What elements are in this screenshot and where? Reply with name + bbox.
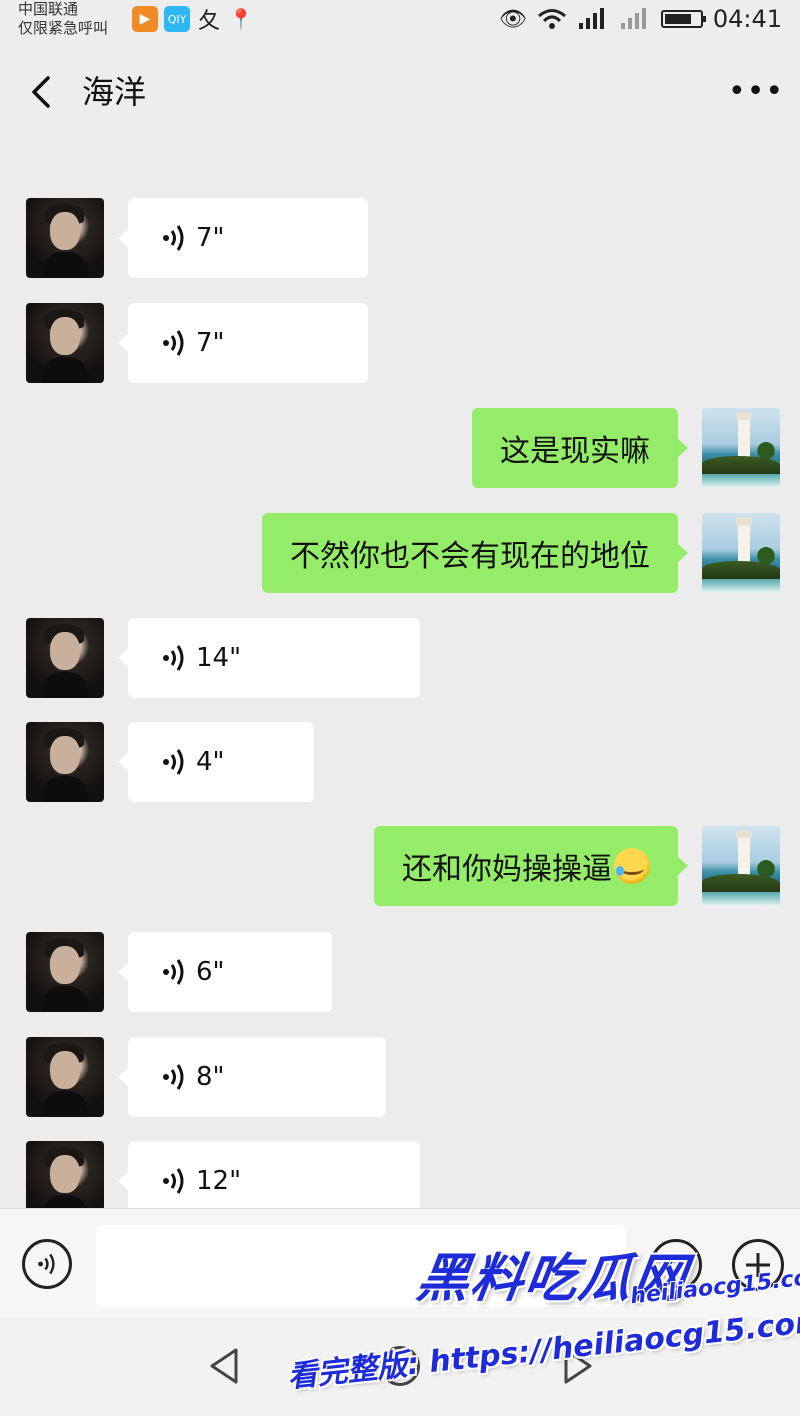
message-text: 不然你也不会有现在的地位	[290, 539, 650, 574]
voice-message-bubble[interactable]: 7"	[118, 303, 368, 383]
battery-icon	[660, 10, 706, 28]
voice-duration: 4"	[196, 747, 225, 777]
text-message-bubble[interactable]: 还和你妈操操逼	[374, 826, 688, 906]
voice-wave-icon	[163, 1168, 184, 1194]
voice-input-toggle[interactable]	[22, 1239, 72, 1289]
carrier-name: 中国联通	[18, 0, 79, 18]
carrier-status: 仅限紧急呼叫	[18, 19, 109, 37]
contact-avatar[interactable]	[26, 722, 104, 802]
message-row: 7"	[0, 198, 800, 282]
message-row: 12"	[0, 1141, 800, 1208]
notification-icons: ▶ QIY 夂 📍	[132, 6, 254, 34]
status-bar: 中国联通 仅限紧急呼叫 ▶ QIY 夂 📍 👁 04:41	[0, 0, 800, 44]
voice-wave-icon	[163, 749, 184, 775]
chat-title: 海洋	[82, 73, 147, 111]
contact-avatar[interactable]	[26, 198, 104, 278]
iqiyi-icon: QIY	[164, 6, 190, 32]
voice-message-bubble[interactable]: 4"	[118, 722, 314, 802]
message-row: 14"	[0, 618, 800, 702]
message-text: 这是现实嘛	[500, 434, 650, 469]
message-row: 这是现实嘛	[0, 408, 800, 492]
more-options-icon[interactable]: •••	[728, 74, 783, 110]
wifi-icon	[537, 9, 566, 29]
message-row: 还和你妈操操逼	[0, 826, 800, 910]
eye-icon: 👁	[498, 6, 527, 32]
video-app-icon: ▶	[132, 6, 158, 32]
message-row: 不然你也不会有现在的地位	[0, 513, 800, 597]
contact-avatar[interactable]	[26, 1037, 104, 1117]
voice-message-bubble[interactable]: 8"	[118, 1037, 386, 1117]
message-row: 7"	[0, 303, 800, 387]
voice-duration: 14"	[196, 643, 242, 673]
voice-wave-icon	[38, 1253, 55, 1275]
message-list[interactable]: 7" 7" 这是现实嘛 不然你也不会有现在的地位 14" 4" 还和你妈操操逼 …	[0, 140, 800, 1208]
signal-icon-2	[620, 8, 646, 29]
voice-wave-icon	[163, 645, 184, 671]
message-row: 4"	[0, 722, 800, 806]
self-avatar[interactable]	[702, 826, 780, 906]
crying-laughing-emoji-icon	[614, 848, 650, 884]
contact-avatar[interactable]	[26, 1141, 104, 1208]
message-row: 6"	[0, 932, 800, 1016]
system-status: 👁 04:41	[499, 4, 782, 34]
voice-wave-icon	[163, 330, 184, 356]
contact-avatar[interactable]	[26, 303, 104, 383]
voice-duration: 8"	[196, 1062, 225, 1092]
voice-duration: 7"	[196, 223, 225, 253]
app-icon: 夂	[197, 9, 220, 34]
contact-avatar[interactable]	[26, 932, 104, 1012]
nav-back-icon[interactable]	[206, 1346, 242, 1386]
voice-duration: 7"	[196, 328, 225, 358]
voice-wave-icon	[163, 959, 184, 985]
contact-avatar[interactable]	[26, 618, 104, 698]
voice-wave-icon	[163, 1064, 184, 1090]
signal-icon	[578, 8, 604, 29]
location-icon: 📍	[228, 7, 254, 31]
voice-message-bubble[interactable]: 6"	[118, 932, 332, 1012]
voice-duration: 12"	[196, 1166, 242, 1196]
voice-wave-icon	[163, 225, 184, 251]
watermark-logo: 黑料吃瓜网	[413, 1249, 692, 1309]
carrier-info: 中国联通 仅限紧急呼叫	[18, 0, 108, 38]
text-message-bubble[interactable]: 不然你也不会有现在的地位	[262, 513, 688, 593]
clock: 04:41	[712, 5, 782, 33]
voice-message-bubble[interactable]: 14"	[118, 618, 420, 698]
self-avatar[interactable]	[702, 513, 780, 593]
self-avatar[interactable]	[702, 408, 780, 488]
voice-duration: 6"	[196, 957, 225, 987]
message-text: 还和你妈操操逼	[402, 852, 612, 887]
chat-header: 海洋 •••	[0, 44, 800, 140]
voice-message-bubble[interactable]: 12"	[118, 1141, 420, 1208]
back-icon[interactable]	[22, 72, 62, 112]
voice-message-bubble[interactable]: 7"	[118, 198, 368, 278]
text-message-bubble[interactable]: 这是现实嘛	[472, 408, 688, 488]
message-row: 8"	[0, 1037, 800, 1121]
